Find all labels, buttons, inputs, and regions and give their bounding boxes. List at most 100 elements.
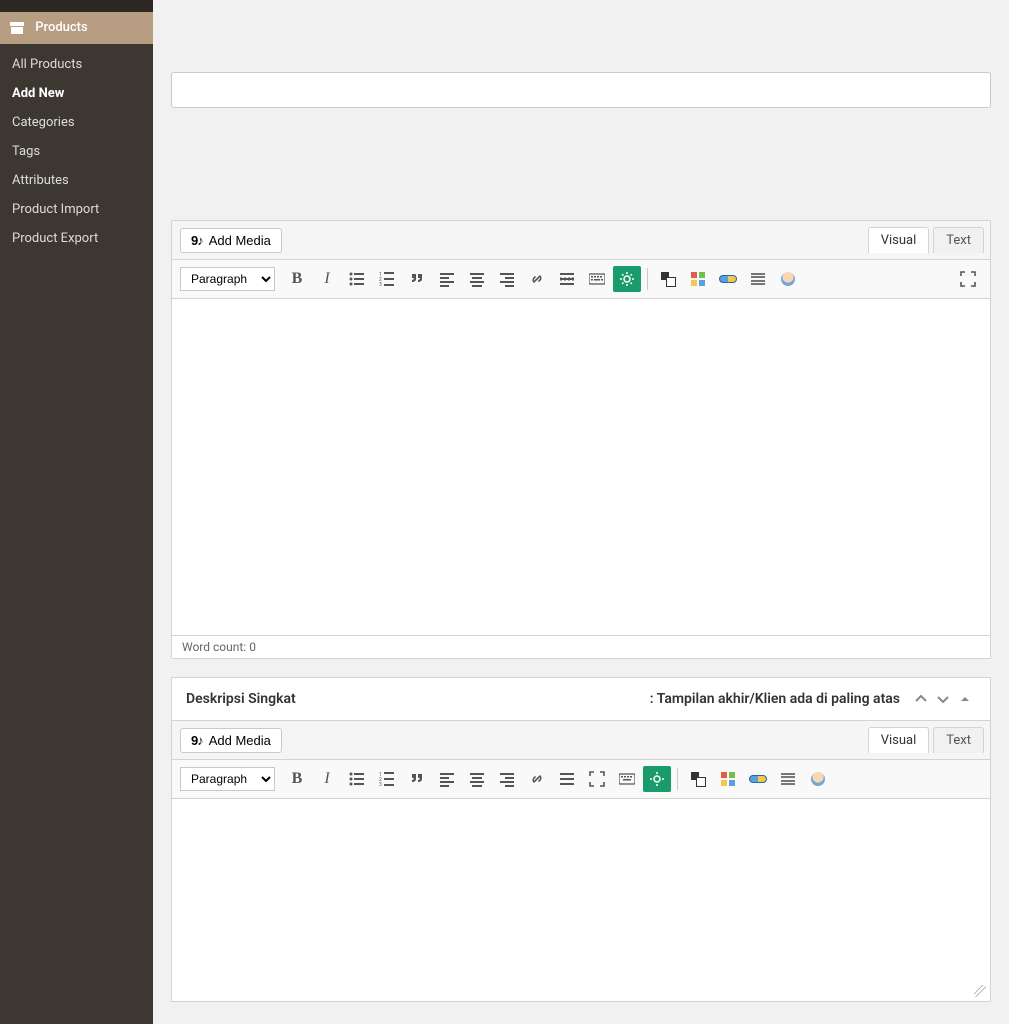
insert-more-button[interactable] bbox=[553, 266, 581, 292]
toggle-colors-button[interactable] bbox=[684, 766, 712, 792]
keyboard-icon bbox=[589, 271, 605, 287]
pill-icon bbox=[719, 275, 737, 283]
bold-button[interactable]: B bbox=[283, 766, 311, 792]
align-left-icon bbox=[439, 271, 455, 287]
avatar-icon bbox=[781, 272, 795, 286]
fullscreen-button[interactable] bbox=[954, 266, 982, 292]
tab-label: Visual bbox=[881, 233, 917, 248]
sidebar: Products All Products Add New Categories… bbox=[0, 0, 153, 1024]
toolbar-separator bbox=[677, 768, 678, 790]
shortcode-button[interactable] bbox=[613, 266, 641, 292]
gear-square-icon bbox=[649, 771, 665, 787]
toolbar-toggle-button[interactable] bbox=[583, 266, 611, 292]
sidebar-item-product-export[interactable]: Product Export bbox=[0, 224, 153, 253]
editor-status-bar: Word count: 0 bbox=[172, 635, 990, 658]
sidebar-item-product-import[interactable]: Product Import bbox=[0, 195, 153, 224]
archive-icon bbox=[10, 22, 24, 34]
editor-content-area[interactable] bbox=[172, 799, 990, 1001]
move-up-button[interactable] bbox=[910, 688, 932, 710]
color-grid-button[interactable] bbox=[714, 766, 742, 792]
add-media-button[interactable]: 9♪ Add Media bbox=[180, 728, 282, 753]
resize-handle[interactable] bbox=[974, 985, 986, 997]
pill-button[interactable] bbox=[744, 766, 772, 792]
swap-colors-icon bbox=[661, 272, 675, 286]
justify-lines-button[interactable] bbox=[774, 766, 802, 792]
pill-icon bbox=[749, 775, 767, 783]
tab-text[interactable]: Text bbox=[933, 727, 984, 753]
panel-note: : Tampilan akhir/Klien ada di paling ata… bbox=[650, 691, 900, 707]
short-description-panel: Deskripsi Singkat : Tampilan akhir/Klien… bbox=[171, 677, 991, 1002]
numbered-list-icon: 123 bbox=[379, 771, 395, 787]
media-icon: 9♪ bbox=[191, 233, 203, 248]
link-icon bbox=[529, 771, 545, 787]
tab-visual[interactable]: Visual bbox=[868, 727, 930, 753]
align-center-button[interactable] bbox=[463, 266, 491, 292]
align-left-button[interactable] bbox=[433, 766, 461, 792]
sidebar-item-attributes[interactable]: Attributes bbox=[0, 166, 153, 195]
sidebar-item-all-products[interactable]: All Products bbox=[0, 50, 153, 79]
fullscreen-button[interactable] bbox=[583, 766, 611, 792]
format-select[interactable]: Paragraph bbox=[180, 767, 275, 791]
align-right-button[interactable] bbox=[493, 266, 521, 292]
word-count-value: 0 bbox=[249, 640, 256, 654]
numbered-list-button[interactable]: 123 bbox=[373, 266, 401, 292]
align-center-button[interactable] bbox=[463, 766, 491, 792]
tab-visual[interactable]: Visual bbox=[868, 227, 930, 253]
italic-button[interactable]: I bbox=[313, 766, 341, 792]
sidebar-item-label: Categories bbox=[12, 115, 75, 130]
move-down-button[interactable] bbox=[932, 688, 954, 710]
insert-more-button[interactable] bbox=[553, 766, 581, 792]
lines-icon bbox=[781, 773, 795, 785]
bullet-list-button[interactable] bbox=[343, 266, 371, 292]
fullscreen-icon bbox=[960, 271, 976, 287]
insert-link-button[interactable] bbox=[523, 766, 551, 792]
align-center-icon bbox=[469, 271, 485, 287]
sidebar-item-add-new[interactable]: Add New bbox=[0, 79, 153, 108]
avatar-insert-button[interactable] bbox=[804, 766, 832, 792]
align-right-button[interactable] bbox=[493, 766, 521, 792]
editor-content-area[interactable] bbox=[172, 299, 990, 635]
sidebar-item-tags[interactable]: Tags bbox=[0, 137, 153, 166]
numbered-list-button[interactable]: 123 bbox=[373, 766, 401, 792]
italic-button[interactable]: I bbox=[313, 266, 341, 292]
avatar-insert-button[interactable] bbox=[774, 266, 802, 292]
sidebar-item-label: Attributes bbox=[12, 173, 69, 188]
avatar-icon bbox=[811, 772, 825, 786]
panel-title: Deskripsi Singkat bbox=[186, 691, 296, 707]
align-left-button[interactable] bbox=[433, 266, 461, 292]
sidebar-header-products[interactable]: Products bbox=[0, 12, 153, 44]
chevron-down-icon bbox=[935, 691, 951, 707]
format-select[interactable]: Paragraph bbox=[180, 267, 275, 291]
italic-icon: I bbox=[324, 270, 329, 288]
product-title-input[interactable] bbox=[171, 72, 991, 108]
tab-text[interactable]: Text bbox=[933, 227, 984, 253]
justify-lines-button[interactable] bbox=[744, 266, 772, 292]
sidebar-item-categories[interactable]: Categories bbox=[0, 108, 153, 137]
editor-topbar: 9♪ Add Media Visual Text bbox=[172, 221, 990, 260]
align-right-icon bbox=[499, 771, 515, 787]
swap-colors-icon bbox=[691, 772, 705, 786]
collapse-button[interactable] bbox=[954, 688, 976, 710]
pill-button[interactable] bbox=[714, 266, 742, 292]
insert-link-button[interactable] bbox=[523, 266, 551, 292]
gear-square-icon bbox=[619, 271, 635, 287]
color-grid-icon bbox=[721, 772, 735, 786]
fullscreen-icon bbox=[589, 771, 605, 787]
color-grid-icon bbox=[691, 272, 705, 286]
chevron-up-icon bbox=[913, 691, 929, 707]
shortcode-button[interactable] bbox=[643, 766, 671, 792]
bullet-list-button[interactable] bbox=[343, 766, 371, 792]
blockquote-button[interactable] bbox=[403, 266, 431, 292]
toggle-colors-button[interactable] bbox=[654, 266, 682, 292]
bold-icon: B bbox=[292, 770, 303, 788]
blockquote-button[interactable] bbox=[403, 766, 431, 792]
sidebar-item-label: Product Export bbox=[12, 231, 98, 246]
color-grid-button[interactable] bbox=[684, 266, 712, 292]
bold-button[interactable]: B bbox=[283, 266, 311, 292]
add-media-button[interactable]: 9♪ Add Media bbox=[180, 228, 282, 253]
sidebar-menu: All Products Add New Categories Tags Att… bbox=[0, 44, 153, 259]
toolbar-toggle-button[interactable] bbox=[613, 766, 641, 792]
blockquote-icon bbox=[409, 271, 425, 287]
bullet-list-icon bbox=[349, 771, 365, 787]
bullet-list-icon bbox=[349, 271, 365, 287]
